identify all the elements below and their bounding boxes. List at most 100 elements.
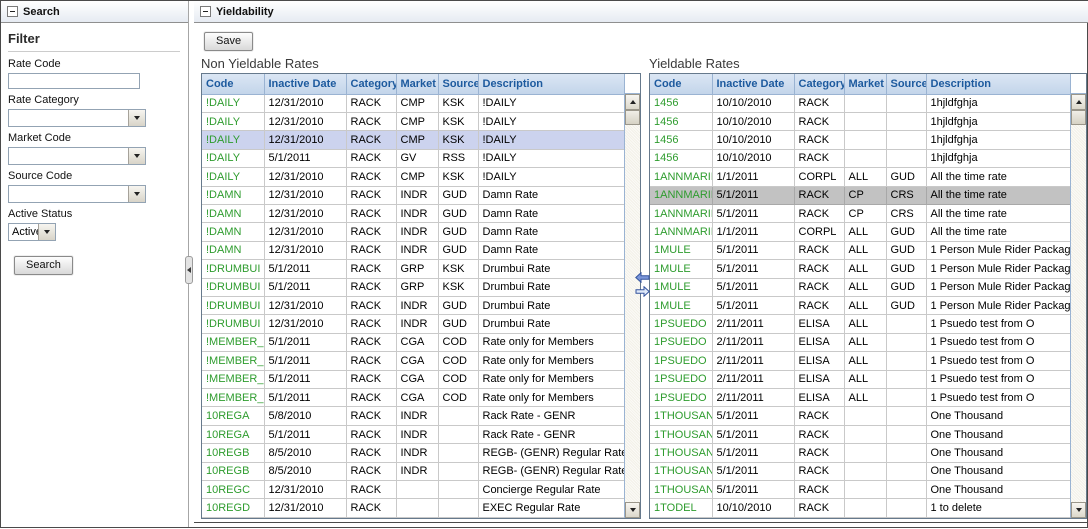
scroll-up-button[interactable] bbox=[1071, 94, 1086, 110]
column-header-category[interactable]: Category bbox=[794, 74, 844, 94]
table-row[interactable]: 1PSUEDO2/11/2011ELISAALL1 Psuedo test fr… bbox=[650, 315, 1070, 333]
table-row[interactable]: 1THOUSAND5/1/2011RACKOne Thousand bbox=[650, 462, 1070, 480]
column-header-code[interactable]: Code bbox=[202, 74, 264, 94]
table-row[interactable]: 145610/10/2010RACK1hjldfghja bbox=[650, 149, 1070, 167]
save-button[interactable]: Save bbox=[204, 32, 253, 51]
cell-inactive-date: 5/1/2011 bbox=[712, 186, 794, 204]
cell-inactive-date: 12/31/2010 bbox=[264, 223, 346, 241]
table-row[interactable]: 1ANNMARIE1/1/2011CORPLALLGUDAll the time… bbox=[650, 168, 1070, 186]
collapse-yieldability-panel-icon[interactable] bbox=[200, 6, 211, 17]
rate-category-select[interactable] bbox=[8, 109, 146, 127]
table-row[interactable]: !MEMBER_RA...5/1/2011RACKCGACODRate only… bbox=[202, 370, 624, 388]
column-header-code[interactable]: Code bbox=[650, 74, 712, 94]
table-row[interactable]: !DAILY12/31/2010RACKCMPKSK!DAILY bbox=[202, 168, 624, 186]
table-row[interactable]: 145610/10/2010RACK1hjldfghja bbox=[650, 94, 1070, 112]
cell-source: GUD bbox=[438, 315, 478, 333]
table-row[interactable]: !DAMN12/31/2010RACKINDRGUDDamn Rate bbox=[202, 204, 624, 222]
table-row[interactable]: !MEMBER_RA...5/1/2011RACKCGACODRate only… bbox=[202, 352, 624, 370]
cell-code: !MEMBER_RA... bbox=[202, 370, 264, 388]
market-code-dropdown-button[interactable] bbox=[128, 148, 145, 164]
rate-code-input[interactable] bbox=[8, 73, 140, 89]
column-header-category[interactable]: Category bbox=[346, 74, 396, 94]
table-row[interactable]: !DAILY12/31/2010RACKCMPKSK!DAILY bbox=[202, 94, 624, 112]
table-row[interactable]: !DRUMBUI12/31/2010RACKINDRGUDDrumbui Rat… bbox=[202, 315, 624, 333]
table-row[interactable]: 1PSUEDO2/11/2011ELISAALL1 Psuedo test fr… bbox=[650, 352, 1070, 370]
table-row[interactable]: 1ANNMARIE5/1/2011RACKCPCRSAll the time r… bbox=[650, 204, 1070, 222]
table-row[interactable]: 145610/10/2010RACK1hjldfghja bbox=[650, 112, 1070, 130]
collapse-search-panel-icon[interactable] bbox=[7, 6, 18, 17]
cell-market: GRP bbox=[396, 260, 438, 278]
table-row[interactable]: 1MULE5/1/2011RACKALLGUD1 Person Mule Rid… bbox=[650, 241, 1070, 259]
table-row[interactable]: !DRUMBUI5/1/2011RACKGRPKSKDrumbui Rate bbox=[202, 260, 624, 278]
cell-source: GUD bbox=[438, 223, 478, 241]
cell-source: KSK bbox=[438, 278, 478, 296]
rate-category-dropdown-button[interactable] bbox=[128, 110, 145, 126]
table-row[interactable]: 1MULE5/1/2011RACKALLGUD1 Person Mule Rid… bbox=[650, 260, 1070, 278]
table-row[interactable]: !MEMBER_RA...5/1/2011RACKCGACODRate only… bbox=[202, 389, 624, 407]
scroll-up-button[interactable] bbox=[625, 94, 640, 110]
column-header-source[interactable]: Source bbox=[438, 74, 478, 94]
table-row[interactable]: 1THOUSAND5/1/2011RACKOne Thousand bbox=[650, 407, 1070, 425]
table-row[interactable]: !DAMN12/31/2010RACKINDRGUDDamn Rate bbox=[202, 223, 624, 241]
scrollbar-track[interactable] bbox=[625, 125, 640, 502]
active-status-select[interactable]: Active bbox=[8, 223, 56, 241]
column-header-inactive-date[interactable]: Inactive Date bbox=[264, 74, 346, 94]
table-row[interactable]: 1PSUEDO2/11/2011ELISAALL1 Psuedo test fr… bbox=[650, 370, 1070, 388]
active-status-dropdown-button[interactable] bbox=[38, 224, 55, 240]
table-row[interactable]: 1THOUSAND5/1/2011RACKOne Thousand bbox=[650, 481, 1070, 499]
table-row[interactable]: 1THOUSAND5/1/2011RACKOne Thousand bbox=[650, 425, 1070, 443]
cell-inactive-date: 10/10/2010 bbox=[712, 94, 794, 112]
table-row[interactable]: 10REGC12/31/2010RACKConcierge Regular Ra… bbox=[202, 481, 624, 499]
column-header-description[interactable]: Description bbox=[926, 74, 1070, 94]
cell-description: All the time rate bbox=[926, 204, 1070, 222]
sidebar-collapse-handle[interactable] bbox=[185, 256, 193, 284]
cell-inactive-date: 5/1/2011 bbox=[264, 352, 346, 370]
table-row[interactable]: !DAMN12/31/2010RACKINDRGUDDamn Rate bbox=[202, 186, 624, 204]
cell-code: 1456 bbox=[650, 131, 712, 149]
scrollbar-thumb[interactable] bbox=[1071, 110, 1086, 125]
scrollbar-thumb[interactable] bbox=[625, 110, 640, 125]
table-row[interactable]: 10REGA5/1/2011RACKINDRRack Rate - GENR bbox=[202, 425, 624, 443]
yieldable-scrollbar[interactable] bbox=[1070, 74, 1086, 518]
table-row[interactable]: 1MULE5/1/2011RACKALLGUD1 Person Mule Rid… bbox=[650, 296, 1070, 314]
table-row[interactable]: 1PSUEDO2/11/2011ELISAALL1 Psuedo test fr… bbox=[650, 333, 1070, 351]
cell-category: RACK bbox=[346, 407, 396, 425]
table-row[interactable]: !DAILY5/1/2011RACKGVRSS!DAILY bbox=[202, 149, 624, 167]
table-row[interactable]: 1THOUSAND5/1/2011RACKOne Thousand bbox=[650, 444, 1070, 462]
table-row[interactable]: !DRUMBUI5/1/2011RACKGRPKSKDrumbui Rate bbox=[202, 278, 624, 296]
move-right-button[interactable] bbox=[635, 286, 651, 297]
scroll-down-button[interactable] bbox=[625, 502, 640, 518]
table-row[interactable]: 1MULE5/1/2011RACKALLGUD1 Person Mule Rid… bbox=[650, 278, 1070, 296]
table-row[interactable]: !DRUMBUI12/31/2010RACKINDRGUDDrumbui Rat… bbox=[202, 296, 624, 314]
table-row[interactable]: 1TODEL10/10/2010RACK1 to delete bbox=[650, 499, 1070, 518]
scrollbar-track[interactable] bbox=[1071, 125, 1086, 502]
market-code-select[interactable] bbox=[8, 147, 146, 165]
cell-source bbox=[886, 425, 926, 443]
scroll-down-button[interactable] bbox=[1071, 502, 1086, 518]
cell-category: RACK bbox=[346, 112, 396, 130]
column-header-market[interactable]: Market bbox=[844, 74, 886, 94]
cell-market: ALL bbox=[844, 223, 886, 241]
table-row[interactable]: 10REGA5/8/2010RACKINDRRack Rate - GENR bbox=[202, 407, 624, 425]
source-code-dropdown-button[interactable] bbox=[128, 186, 145, 202]
table-row[interactable]: 10REGB8/5/2010RACKINDRREGB- (GENR) Regul… bbox=[202, 462, 624, 480]
table-row[interactable]: 1PSUEDO2/11/2011ELISAALL1 Psuedo test fr… bbox=[650, 389, 1070, 407]
search-button[interactable]: Search bbox=[14, 256, 73, 275]
source-code-select[interactable] bbox=[8, 185, 146, 203]
table-row[interactable]: !DAILY12/31/2010RACKCMPKSK!DAILY bbox=[202, 112, 624, 130]
table-row[interactable]: 1ANNMARIE1/1/2011CORPLALLGUDAll the time… bbox=[650, 223, 1070, 241]
cell-category: RACK bbox=[346, 333, 396, 351]
table-row[interactable]: 145610/10/2010RACK1hjldfghja bbox=[650, 131, 1070, 149]
move-left-button[interactable] bbox=[635, 272, 651, 283]
column-header-market[interactable]: Market bbox=[396, 74, 438, 94]
table-row[interactable]: 1ANNMARIE5/1/2011RACKCPCRSAll the time r… bbox=[650, 186, 1070, 204]
cell-category: RACK bbox=[794, 112, 844, 130]
table-row[interactable]: !DAMN12/31/2010RACKINDRGUDDamn Rate bbox=[202, 241, 624, 259]
table-row[interactable]: 10REGB8/5/2010RACKINDRREGB- (GENR) Regul… bbox=[202, 444, 624, 462]
column-header-source[interactable]: Source bbox=[886, 74, 926, 94]
table-row[interactable]: !MEMBER_RA...5/1/2011RACKCGACODRate only… bbox=[202, 333, 624, 351]
table-row[interactable]: 10REGD12/31/2010RACKEXEC Regular Rate bbox=[202, 499, 624, 518]
column-header-inactive-date[interactable]: Inactive Date bbox=[712, 74, 794, 94]
table-row[interactable]: !DAILY12/31/2010RACKCMPKSK!DAILY bbox=[202, 131, 624, 149]
column-header-description[interactable]: Description bbox=[478, 74, 624, 94]
